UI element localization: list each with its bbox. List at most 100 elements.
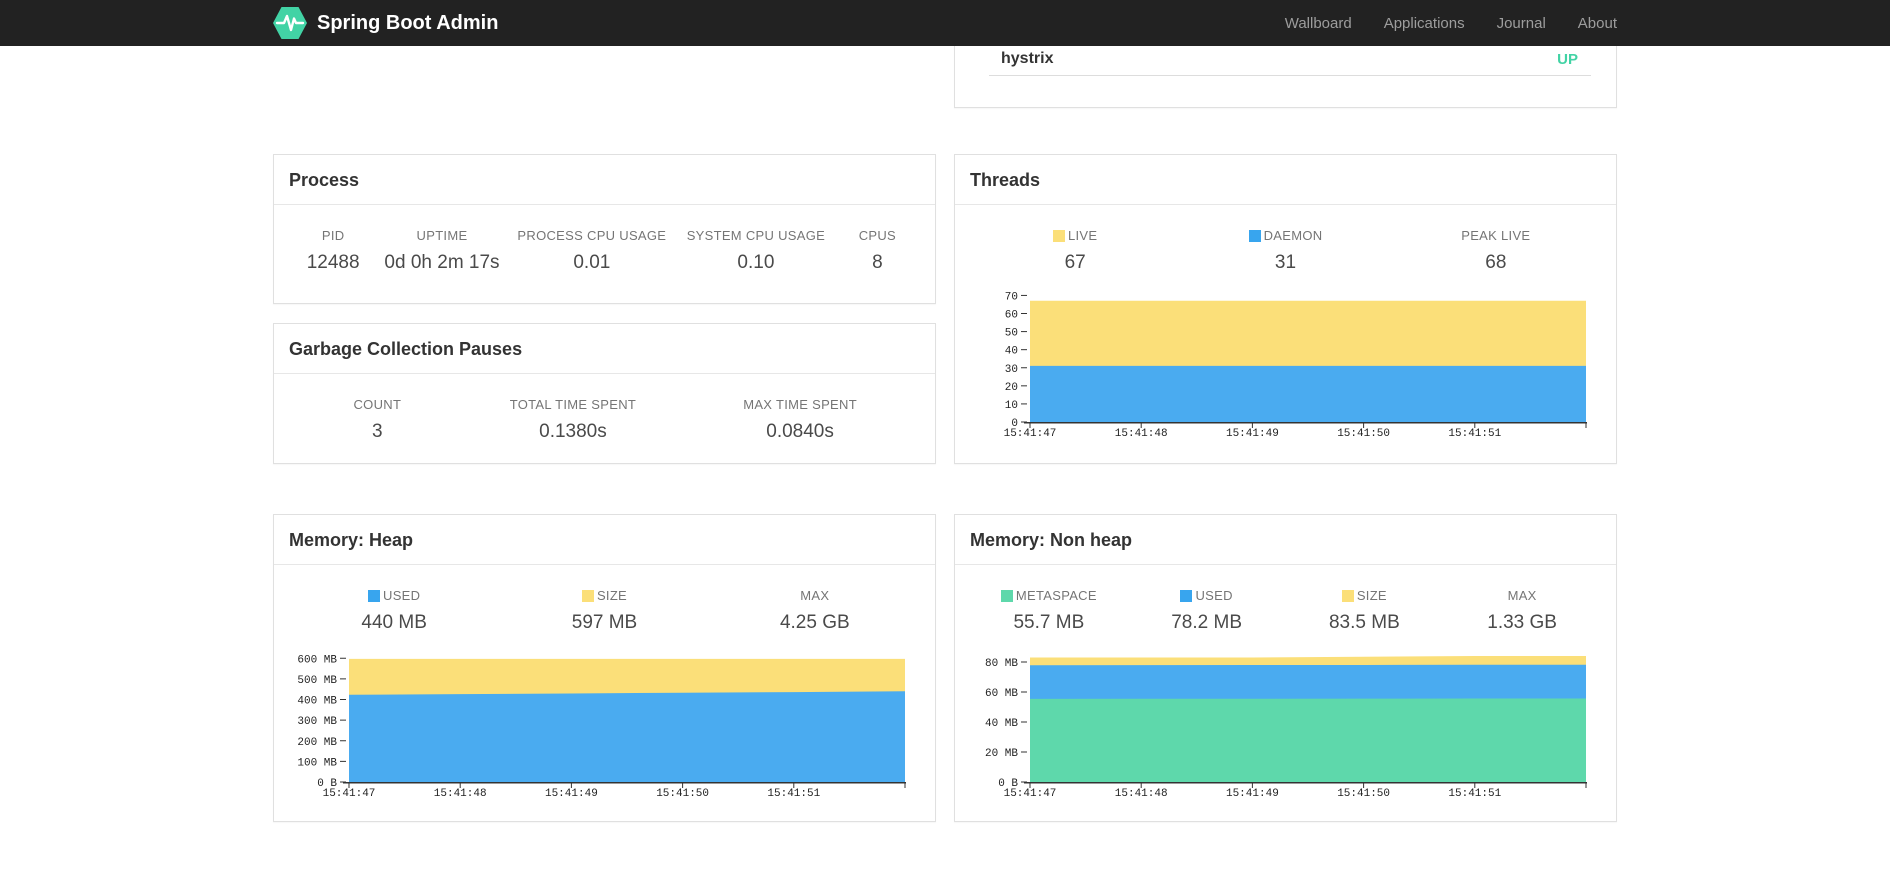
nav-link-applications[interactable]: Applications <box>1384 15 1465 32</box>
metric-value: 440 MB <box>361 612 427 633</box>
svg-text:15:41:50: 15:41:50 <box>656 788 709 800</box>
metric-label: PEAK LIVE <box>1461 228 1531 243</box>
svg-text:15:41:47: 15:41:47 <box>323 788 376 800</box>
metric-value: 83.5 MB <box>1328 612 1400 633</box>
main-content: Process PID 12488 UPTIME 0d 0h 2m 17s PROCES… <box>273 20 1617 822</box>
svg-text:20 MB: 20 MB <box>985 748 1018 760</box>
svg-text:15:41:51: 15:41:51 <box>767 788 820 800</box>
svg-text:80 MB: 80 MB <box>985 658 1018 670</box>
metric-value: 12488 <box>306 252 360 273</box>
metric-value: 68 <box>1485 252 1507 273</box>
metric-value: 0.1380s <box>539 421 607 442</box>
heap-legend: USED 440 MB SIZE 597 MB MAX 4.25 GB <box>274 588 935 634</box>
svg-text:15:41:49: 15:41:49 <box>1226 788 1279 800</box>
nav-link-about[interactable]: About <box>1578 15 1617 32</box>
brand-title: Spring Boot Admin <box>317 11 499 34</box>
metric-label: PID <box>321 228 345 243</box>
metric-value: 1.33 GB <box>1487 612 1557 633</box>
svg-text:20: 20 <box>1005 382 1018 394</box>
metric-total-time-spent: TOTAL TIME SPENT 0.1380s <box>466 397 681 443</box>
navbar-inner: Spring Boot Admin Wallboard Applications J… <box>273 0 1617 46</box>
svg-text:15:41:51: 15:41:51 <box>1448 428 1501 440</box>
nonheap-legend: METASPACE 55.7 MB USED 78.2 MB SIZE 83.5 MB MA… <box>955 588 1616 634</box>
metric-label: TOTAL TIME SPENT <box>509 397 637 412</box>
svg-text:15:41:48: 15:41:48 <box>1115 788 1168 800</box>
svg-text:15:41:50: 15:41:50 <box>1337 788 1390 800</box>
right-column: hystrix UP Threads LIVE 67 DAEMON 31 PEAK LI… <box>954 20 1617 822</box>
nav-link-wallboard[interactable]: Wallboard <box>1285 15 1352 32</box>
svg-text:60: 60 <box>1005 310 1018 322</box>
navbar-links: Wallboard Applications Journal About <box>1253 15 1617 32</box>
svg-text:15:41:49: 15:41:49 <box>545 788 598 800</box>
svg-text:60 MB: 60 MB <box>985 688 1018 700</box>
metric-value: 3 <box>372 421 383 442</box>
metric-daemon: DAEMON 31 <box>1180 228 1390 274</box>
metric-value: 0.01 <box>573 252 611 273</box>
panel-process-title: Process <box>274 155 935 205</box>
svg-text:15:41:51: 15:41:51 <box>1448 788 1501 800</box>
panel-gc-title: Garbage Collection Pauses <box>274 324 935 374</box>
svg-text:100 MB: 100 MB <box>297 757 337 769</box>
metric-label: MAX TIME SPENT <box>743 397 857 412</box>
svg-text:70: 70 <box>1005 291 1018 303</box>
panel-memory-heap: Memory: Heap USED 440 MB SIZE 597 MB MAX 4.25… <box>273 514 936 822</box>
svg-text:400 MB: 400 MB <box>297 696 337 708</box>
application-status-badge: UP <box>1557 51 1578 68</box>
metric-count: COUNT 3 <box>289 397 466 443</box>
nonheap-chart: 0 B 20 MB 40 MB 60 MB 80 MB 15:41:47 15:41:48 1… <box>970 642 1601 802</box>
metric-value: 0d 0h 2m 17s <box>384 252 500 273</box>
threads-chart: 0 10 20 30 40 50 60 70 15:41:47 15:41:48 15:41:49 1… <box>970 282 1601 442</box>
application-name: hystrix <box>1001 50 1054 67</box>
panel-threads: Threads LIVE 67 DAEMON 31 PEAK LIVE 68 0 10 20 3… <box>954 154 1617 464</box>
brand-logo-icon <box>273 6 307 40</box>
metric-value: 55.7 MB <box>1013 612 1085 633</box>
panel-heap-title: Memory: Heap <box>274 515 935 565</box>
metric-max-time-spent: MAX TIME SPENT 0.0840s <box>680 397 920 443</box>
svg-text:15:41:50: 15:41:50 <box>1337 428 1390 440</box>
legend-swatch <box>1180 589 1193 602</box>
metric-value: 8 <box>872 252 883 273</box>
metric-label: SIZE <box>499 588 709 603</box>
svg-text:40 MB: 40 MB <box>985 718 1018 730</box>
metric-uptime: UPTIME 0d 0h 2m 17s <box>377 228 506 274</box>
metric-value: 0.10 <box>737 252 775 273</box>
process-metrics: PID 12488 UPTIME 0d 0h 2m 17s PROCESS CPU US… <box>274 228 935 274</box>
legend-swatch <box>581 589 594 602</box>
panel-nonheap-title: Memory: Non heap <box>955 515 1616 565</box>
metric-label: SYSTEM CPU USAGE <box>686 228 826 243</box>
metric-value: 0.0840s <box>766 421 834 442</box>
metric-size: SIZE 83.5 MB <box>1286 588 1444 634</box>
metric-max: MAX 4.25 GB <box>710 588 920 634</box>
metric-label: LIVE <box>970 228 1180 243</box>
metric-label: COUNT <box>353 397 402 412</box>
metric-value: 4.25 GB <box>779 612 850 633</box>
svg-text:500 MB: 500 MB <box>297 675 337 687</box>
svg-text:200 MB: 200 MB <box>297 737 337 749</box>
svg-text:40: 40 <box>1005 346 1018 358</box>
metric-label: UPTIME <box>416 228 468 243</box>
nav-link-journal[interactable]: Journal <box>1497 15 1546 32</box>
metric-label: USED <box>1128 588 1286 603</box>
metric-peak-live: PEAK LIVE 68 <box>1391 228 1601 274</box>
metric-label: METASPACE <box>970 588 1128 603</box>
threads-legend: LIVE 67 DAEMON 31 PEAK LIVE 68 <box>955 228 1616 274</box>
legend-swatch <box>1000 589 1013 602</box>
svg-text:15:41:49: 15:41:49 <box>1226 428 1279 440</box>
metric-used: USED 440 MB <box>289 588 499 634</box>
gc-metrics: COUNT 3 TOTAL TIME SPENT 0.1380s MAX TIME SP… <box>274 397 935 443</box>
brand[interactable]: Spring Boot Admin <box>273 6 498 40</box>
legend-swatch <box>1052 229 1065 242</box>
metric-pid: PID 12488 <box>289 228 377 274</box>
metric-label: SIZE <box>1286 588 1444 603</box>
svg-text:10: 10 <box>1005 400 1018 412</box>
legend-swatch <box>368 589 380 602</box>
panel-process: Process PID 12488 UPTIME 0d 0h 2m 17s PROCES… <box>273 154 936 304</box>
svg-text:15:41:48: 15:41:48 <box>434 788 487 800</box>
svg-text:15:41:47: 15:41:47 <box>1004 788 1057 800</box>
metric-label: MAX <box>1507 588 1537 603</box>
svg-text:15:41:47: 15:41:47 <box>1004 428 1057 440</box>
svg-text:15:41:48: 15:41:48 <box>1115 428 1168 440</box>
metric-max: MAX 1.33 GB <box>1443 588 1601 634</box>
navbar: Spring Boot Admin Wallboard Applications J… <box>0 0 1890 46</box>
svg-text:30: 30 <box>1005 364 1018 376</box>
